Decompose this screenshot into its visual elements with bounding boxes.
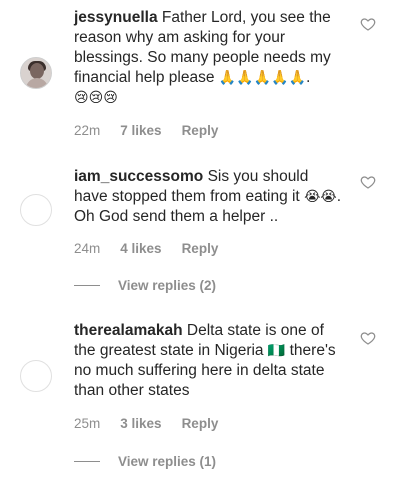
view-replies-label[interactable]: View replies (1) <box>118 454 216 469</box>
comment-likes[interactable]: 3 likes <box>120 416 161 431</box>
avatar[interactable] <box>20 57 52 89</box>
view-replies-button[interactable]: View replies (2) <box>74 278 216 293</box>
avatar[interactable] <box>20 194 52 226</box>
like-heart-icon[interactable] <box>360 16 376 32</box>
divider-line <box>74 461 100 462</box>
comment-meta: 22m 7 likes Reply <box>74 123 218 138</box>
comment-text: jessynuella Father Lord, you see the rea… <box>74 8 346 108</box>
comment-likes[interactable]: 7 likes <box>120 123 161 138</box>
view-replies-label[interactable]: View replies (2) <box>118 278 216 293</box>
comment-emoji: 🙏🙏🙏🙏🙏. <box>218 70 311 86</box>
comment-time: 24m <box>74 241 101 256</box>
like-heart-icon[interactable] <box>360 174 376 190</box>
view-replies-button[interactable]: View replies (1) <box>74 454 216 469</box>
reply-button[interactable]: Reply <box>182 241 219 256</box>
comment-meta: 24m 4 likes Reply <box>74 241 218 256</box>
comment-likes[interactable]: 4 likes <box>120 241 161 256</box>
comment-username[interactable]: jessynuella <box>74 9 158 26</box>
comment-emoji: 🇳🇬 <box>267 343 286 359</box>
comment-time: 22m <box>74 123 101 138</box>
divider-line <box>74 285 100 286</box>
like-heart-icon[interactable] <box>360 330 376 346</box>
reply-button[interactable]: Reply <box>182 123 219 138</box>
reply-button[interactable]: Reply <box>182 416 219 431</box>
comment-username[interactable]: iam_successomo <box>74 168 203 185</box>
comment-text: therealamakah Delta state is one of the … <box>74 321 346 401</box>
comment-meta: 25m 3 likes Reply <box>74 416 218 431</box>
comment-time: 25m <box>74 416 101 431</box>
comment-text: iam_successomo Sis you should have stopp… <box>74 167 346 227</box>
comment-emoji: 😭😭 <box>304 189 337 205</box>
comment-emoji-line: 😢😢😢 <box>74 90 118 106</box>
avatar[interactable] <box>20 360 52 392</box>
comment-username[interactable]: therealamakah <box>74 322 183 339</box>
